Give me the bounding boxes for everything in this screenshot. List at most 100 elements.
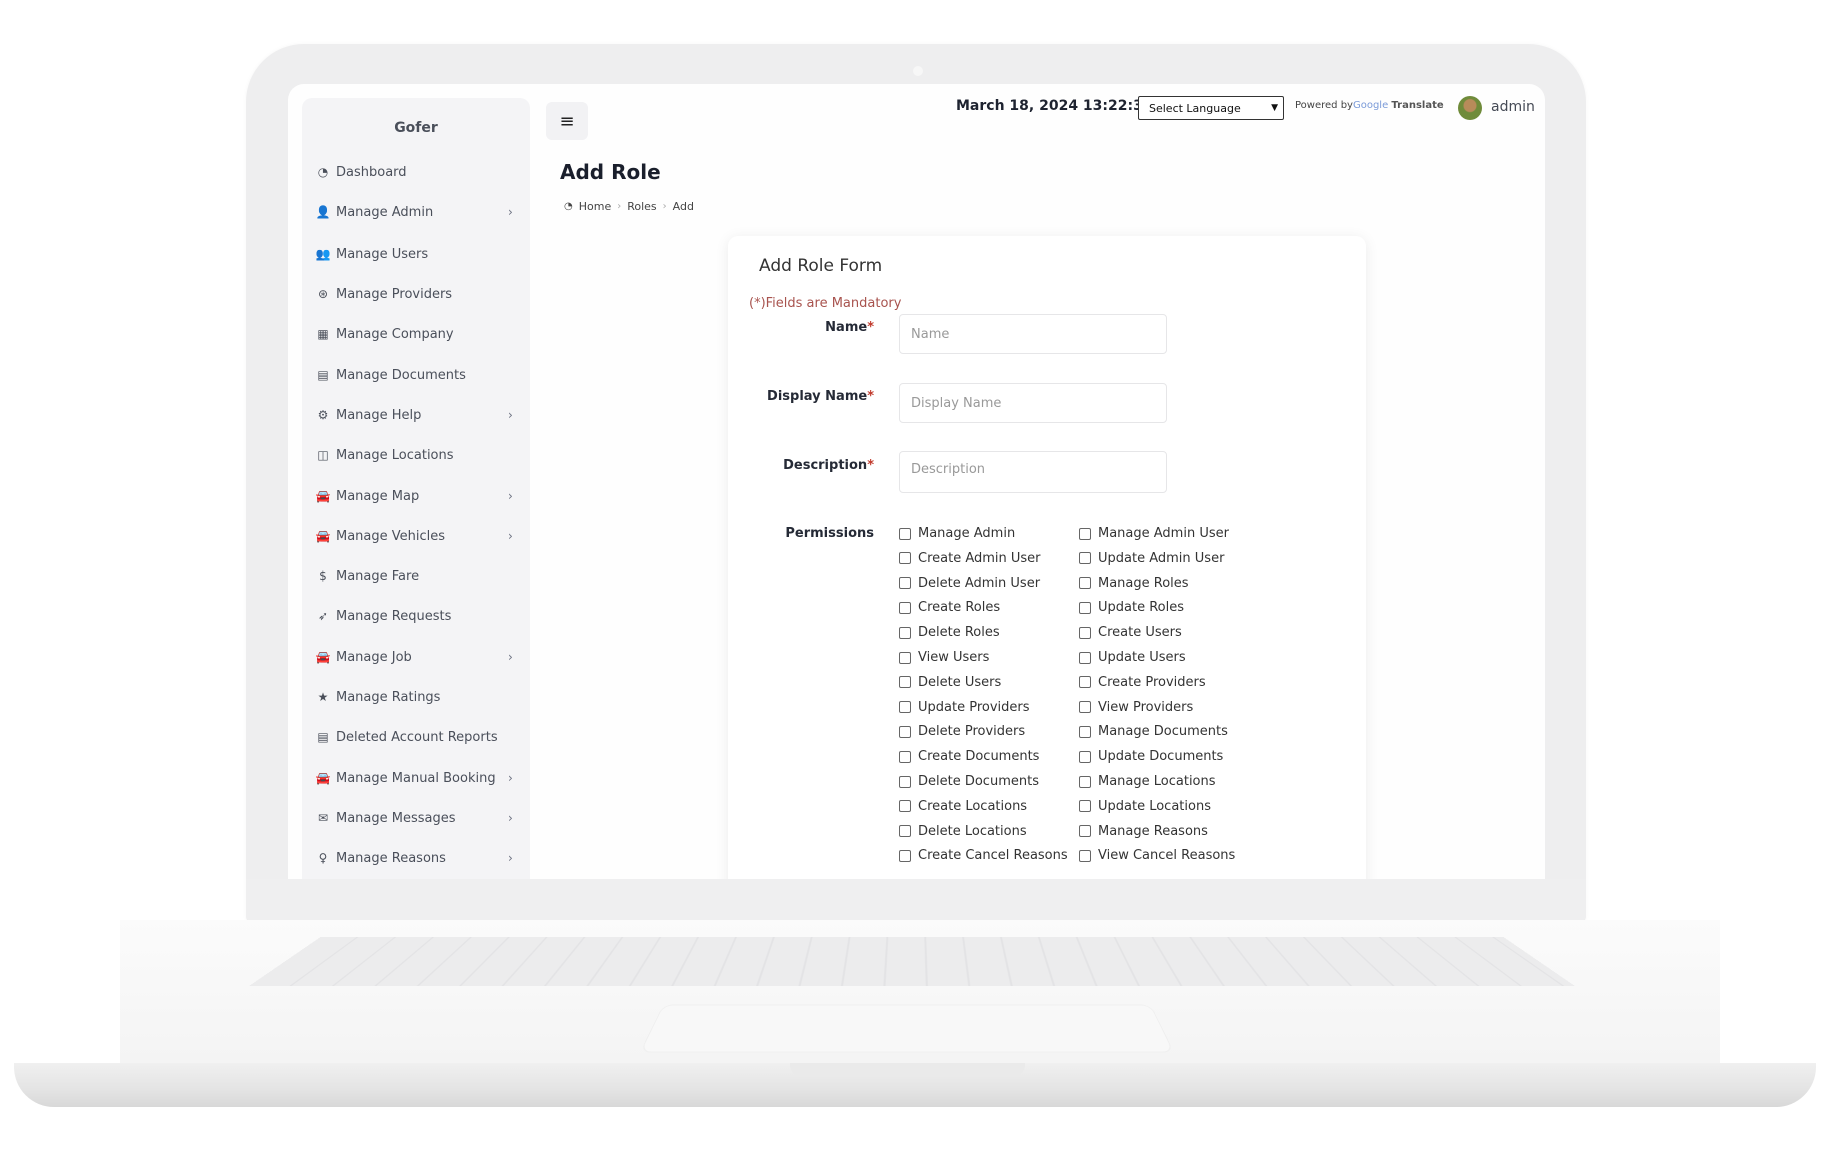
permission-checkbox[interactable]: View Providers xyxy=(1079,700,1193,715)
sidebar-item-label: Manage Fare xyxy=(336,568,420,584)
checkbox-icon[interactable] xyxy=(1079,651,1091,664)
sidebar-item[interactable]: ▤ Deleted Account Reports xyxy=(314,717,520,757)
checkbox-icon[interactable] xyxy=(899,676,911,689)
hamburger-menu-button[interactable]: ≡ xyxy=(546,102,588,140)
permission-checkbox[interactable]: Manage Locations xyxy=(1079,774,1216,789)
sidebar-item[interactable]: 🚘 Manage Map › xyxy=(314,476,520,516)
permission-checkbox[interactable]: Manage Reasons xyxy=(1079,824,1208,839)
checkbox-icon[interactable] xyxy=(1079,775,1091,788)
avatar[interactable] xyxy=(1458,96,1482,120)
sidebar-item[interactable]: ▦ Manage Company xyxy=(314,314,520,354)
breadcrumb-home[interactable]: Home xyxy=(579,200,611,213)
checkbox-icon[interactable] xyxy=(1079,676,1091,689)
sidebar-item[interactable]: ♀ Manage Reasons › xyxy=(314,838,520,878)
breadcrumb-separator-icon: › xyxy=(662,201,667,212)
permission-checkbox[interactable]: Update Documents xyxy=(1079,749,1223,764)
checkbox-icon[interactable] xyxy=(1079,552,1091,565)
permission-checkbox[interactable]: Update Admin User xyxy=(1079,551,1224,566)
checkbox-icon[interactable] xyxy=(1079,527,1091,540)
checkbox-icon[interactable] xyxy=(1079,750,1091,763)
powered-by-google-translate[interactable]: Powered byGoogle Translate xyxy=(1295,100,1444,111)
permission-checkbox[interactable]: Delete Roles xyxy=(899,625,1000,640)
permission-label: Manage Admin User xyxy=(1098,526,1229,541)
checkbox-icon[interactable] xyxy=(899,725,911,738)
permission-label: Manage Admin xyxy=(918,526,1016,541)
checkbox-icon[interactable] xyxy=(899,527,911,540)
permission-checkbox[interactable]: View Users xyxy=(899,650,989,665)
language-select[interactable]: Select Language ▼ xyxy=(1138,96,1284,120)
app-screen: Gofer ◔ Dashboard 👤 Manage Admin › 👥 Manage Us… xyxy=(288,84,1545,879)
user-name[interactable]: admin xyxy=(1491,99,1535,115)
permission-checkbox[interactable]: Manage Roles xyxy=(1079,576,1189,591)
description-textarea[interactable]: Description xyxy=(899,451,1167,493)
sidebar-item-label: Manage Manual Booking xyxy=(336,770,496,786)
sidebar-item-label: Manage Requests xyxy=(336,608,452,624)
checkbox-icon[interactable] xyxy=(1079,725,1091,738)
checkbox-icon[interactable] xyxy=(1079,577,1091,590)
sidebar-item[interactable]: ⊛ Manage Providers xyxy=(314,274,520,314)
users-icon: 👥 xyxy=(315,247,331,261)
permission-checkbox[interactable]: Delete Locations xyxy=(899,824,1027,839)
permission-checkbox[interactable]: Update Roles xyxy=(1079,600,1184,615)
sidebar-item[interactable]: $ Manage Fare xyxy=(314,556,520,596)
checkbox-icon[interactable] xyxy=(899,750,911,763)
checkbox-icon[interactable] xyxy=(1079,701,1091,714)
checkbox-icon[interactable] xyxy=(899,651,911,664)
sidebar-item[interactable]: ◫ Manage Locations xyxy=(314,435,520,475)
permission-checkbox[interactable]: Create Providers xyxy=(1079,675,1206,690)
sidebar-item[interactable]: 🚘 Manage Vehicles › xyxy=(314,516,520,556)
checkbox-icon[interactable] xyxy=(1079,849,1091,862)
checkbox-icon[interactable] xyxy=(1079,626,1091,639)
sidebar-item[interactable]: ⚙ Manage Help › xyxy=(314,395,520,435)
sidebar-item[interactable]: 👥 Manage Users xyxy=(314,234,520,274)
permission-checkbox[interactable]: Update Providers xyxy=(899,700,1030,715)
display-name-input[interactable]: Display Name xyxy=(899,383,1167,423)
permission-checkbox[interactable]: Create Admin User xyxy=(899,551,1041,566)
permission-checkbox[interactable]: Update Locations xyxy=(1079,799,1211,814)
sidebar-item[interactable]: ➶ Manage Requests xyxy=(314,596,520,636)
dashboard-icon: ◔ xyxy=(564,201,573,212)
sidebar-item-label: Manage Documents xyxy=(336,367,466,383)
permission-checkbox[interactable]: Create Roles xyxy=(899,600,1000,615)
checkbox-icon[interactable] xyxy=(1079,601,1091,614)
checkbox-icon[interactable] xyxy=(1079,825,1091,838)
sidebar-item[interactable]: 👤 Manage Admin › xyxy=(314,192,520,232)
sidebar-item[interactable]: ★ Manage Ratings xyxy=(314,677,520,717)
checkbox-icon[interactable] xyxy=(899,775,911,788)
checkbox-icon[interactable] xyxy=(899,701,911,714)
permission-checkbox[interactable]: Delete Providers xyxy=(899,724,1025,739)
checkbox-icon[interactable] xyxy=(899,577,911,590)
permission-checkbox[interactable]: Manage Documents xyxy=(1079,724,1228,739)
checkbox-icon[interactable] xyxy=(1079,800,1091,813)
permission-checkbox[interactable]: Create Users xyxy=(1079,625,1182,640)
brand-logo[interactable]: Gofer xyxy=(302,120,530,136)
checkbox-icon[interactable] xyxy=(899,849,911,862)
name-input[interactable]: Name xyxy=(899,314,1167,354)
sidebar-item[interactable]: ▤ Manage Documents xyxy=(314,355,520,395)
chevron-right-icon: › xyxy=(508,489,513,503)
checkbox-icon[interactable] xyxy=(899,825,911,838)
sidebar-item[interactable]: 🚘 Manage Manual Booking › xyxy=(314,758,520,798)
checkbox-icon[interactable] xyxy=(899,626,911,639)
sidebar-item[interactable]: 🚘 Manage Job › xyxy=(314,637,520,677)
permission-checkbox[interactable]: Manage Admin xyxy=(899,526,1015,541)
dribbble-icon: ⊛ xyxy=(317,287,329,301)
permission-checkbox[interactable]: Delete Documents xyxy=(899,774,1039,789)
checkbox-icon[interactable] xyxy=(899,552,911,565)
sidebar-item[interactable]: ◔ Dashboard xyxy=(314,152,520,192)
permission-checkbox[interactable]: View Cancel Reasons xyxy=(1079,848,1235,863)
sidebar-item-label: Manage Reasons xyxy=(336,850,446,866)
permission-checkbox[interactable]: Create Cancel Reasons xyxy=(899,848,1068,863)
permission-checkbox[interactable]: Create Documents xyxy=(899,749,1039,764)
permission-checkbox[interactable]: Update Users xyxy=(1079,650,1186,665)
permission-checkbox[interactable]: Delete Admin User xyxy=(899,576,1040,591)
sidebar-item[interactable]: ✉ Manage Messages › xyxy=(314,798,520,838)
checkbox-icon[interactable] xyxy=(899,800,911,813)
breadcrumb-roles[interactable]: Roles xyxy=(627,200,656,213)
powered-by-label: Powered by xyxy=(1295,100,1353,111)
permission-checkbox[interactable]: Delete Users xyxy=(899,675,1001,690)
permission-checkbox[interactable]: Create Locations xyxy=(899,799,1027,814)
checkbox-icon[interactable] xyxy=(899,601,911,614)
permission-checkbox[interactable]: Manage Admin User xyxy=(1079,526,1229,541)
permission-label: Update Admin User xyxy=(1098,550,1225,566)
